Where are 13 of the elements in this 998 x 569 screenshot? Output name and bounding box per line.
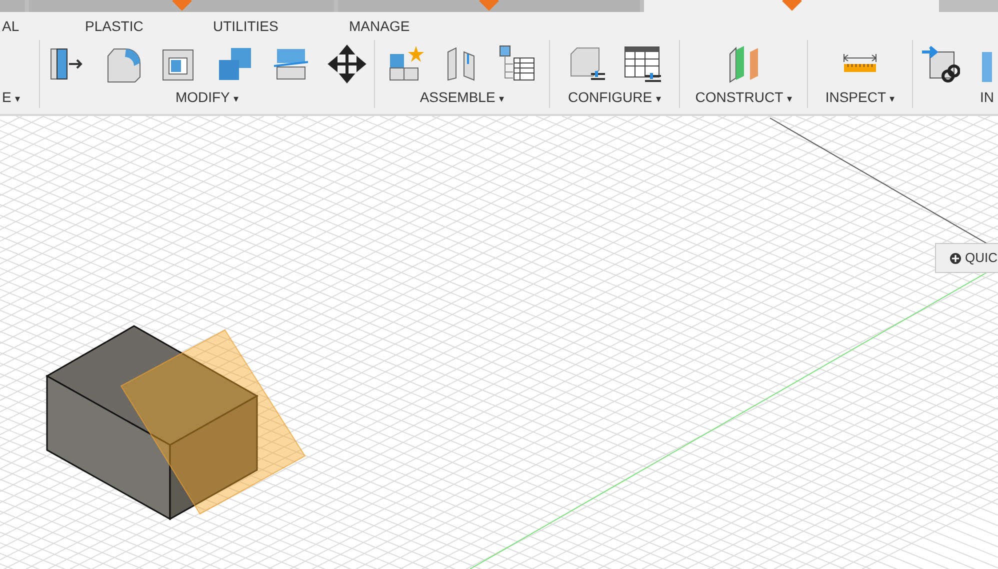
toolbar-group-menu[interactable]: CONFIGURE ▾ [568, 87, 661, 108]
workspace-tab[interactable]: MANAGE [349, 16, 410, 36]
toolbar-group-menu[interactable]: CONSTRUCT ▾ [695, 87, 792, 108]
toolbar-group-menu[interactable]: INSPECT ▾ [825, 87, 895, 108]
workspace-tab[interactable]: PLASTIC [85, 16, 144, 36]
workspace-tab[interactable]: AL [2, 16, 20, 36]
toolbar-group-menu[interactable]: MODIFY ▾ [175, 87, 239, 108]
quick-button[interactable]: QUIC [935, 243, 998, 273]
toolbar-group-menu[interactable]: E ▾ [2, 87, 20, 108]
viewport-canvas[interactable]: QUIC [0, 116, 998, 569]
toolbar-group-menu[interactable]: IN [980, 87, 994, 108]
workspace-tab[interactable]: UTILITIES [213, 16, 278, 36]
toolbar-group-menu[interactable]: ASSEMBLE ▾ [420, 87, 504, 108]
